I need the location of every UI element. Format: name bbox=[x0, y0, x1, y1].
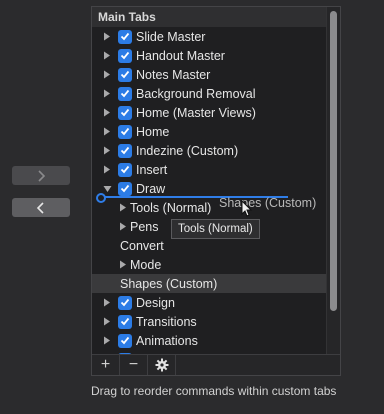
tab-list: Slide Master Handout Master Notes Master Ba… bbox=[92, 27, 326, 354]
tab-row[interactable]: Notes Master bbox=[92, 65, 326, 84]
tab-row[interactable]: Insert bbox=[92, 160, 326, 179]
tab-row[interactable]: Animations bbox=[92, 331, 326, 350]
gear-icon bbox=[155, 358, 168, 372]
tab-label: Insert bbox=[136, 162, 168, 177]
disclosure-collapsed-icon[interactable] bbox=[102, 298, 112, 308]
checkbox[interactable] bbox=[118, 105, 132, 120]
disclosure-collapsed-icon[interactable] bbox=[102, 89, 112, 99]
disclosure-collapsed-icon[interactable] bbox=[102, 127, 112, 137]
checkmark-icon bbox=[120, 51, 130, 60]
tab-row[interactable]: Background Removal bbox=[92, 84, 326, 103]
tab-label: Mode bbox=[130, 257, 162, 272]
hint-text: Drag to reorder commands within custom t… bbox=[91, 384, 337, 398]
scrollbar-thumb[interactable] bbox=[330, 11, 337, 311]
panel-footer: + − bbox=[92, 354, 340, 375]
checkmark-icon bbox=[120, 317, 130, 326]
checkmark-icon bbox=[120, 336, 130, 345]
tab-label: Transitions bbox=[136, 314, 197, 329]
tab-label: Home (Master Views) bbox=[136, 105, 256, 120]
tab-row[interactable]: Design bbox=[92, 293, 326, 312]
panel-header: Main Tabs bbox=[92, 7, 326, 27]
disclosure-collapsed-icon[interactable] bbox=[102, 70, 112, 80]
disclosure-collapsed-icon[interactable] bbox=[102, 317, 112, 327]
checkbox[interactable] bbox=[118, 29, 132, 44]
checkbox[interactable] bbox=[118, 67, 132, 82]
tab-label: Slide Master bbox=[136, 29, 206, 44]
checkbox[interactable] bbox=[118, 48, 132, 63]
tab-row[interactable]: Slide Master bbox=[92, 27, 326, 46]
checkmark-icon bbox=[120, 32, 130, 41]
tab-row[interactable]: Transitions bbox=[92, 312, 326, 331]
disclosure-collapsed-icon[interactable] bbox=[102, 51, 112, 61]
chevron-right-icon bbox=[38, 169, 46, 182]
checkmark-icon bbox=[120, 89, 130, 98]
checkmark-icon bbox=[120, 70, 130, 79]
tab-label: Convert bbox=[120, 238, 164, 253]
disclosure-collapsed-icon[interactable] bbox=[102, 165, 112, 175]
disclosure-expanded-icon[interactable] bbox=[102, 184, 112, 194]
disclosure-collapsed-icon[interactable] bbox=[102, 108, 112, 118]
tab-row[interactable]: Indezine (Custom) bbox=[92, 141, 326, 160]
chevron-left-icon bbox=[36, 201, 44, 214]
checkbox[interactable] bbox=[118, 333, 132, 348]
tab-label: Handout Master bbox=[136, 48, 225, 63]
checkbox[interactable] bbox=[118, 314, 132, 329]
checkbox[interactable] bbox=[118, 143, 132, 158]
checkmark-icon bbox=[120, 184, 130, 193]
checkbox[interactable] bbox=[118, 124, 132, 139]
drag-ghost-label: Shapes (Custom) bbox=[219, 196, 317, 210]
checkbox[interactable] bbox=[118, 295, 132, 310]
disclosure-collapsed-icon[interactable] bbox=[102, 146, 112, 156]
checkbox[interactable] bbox=[118, 86, 132, 101]
mouse-cursor-icon bbox=[241, 200, 253, 217]
tab-row[interactable]: Home (Master Views) bbox=[92, 103, 326, 122]
disclosure-collapsed-icon[interactable] bbox=[102, 32, 112, 42]
disclosure-collapsed-icon[interactable] bbox=[118, 260, 128, 270]
disclosure-collapsed-icon[interactable] bbox=[102, 336, 112, 346]
tab-label: Design bbox=[136, 295, 175, 310]
tab-row[interactable]: Handout Master bbox=[92, 46, 326, 65]
tab-label: Tools (Normal) bbox=[130, 200, 212, 215]
tab-label: Indezine (Custom) bbox=[136, 143, 239, 158]
checkmark-icon bbox=[120, 298, 130, 307]
checkmark-icon bbox=[120, 165, 130, 174]
tab-label: Background Removal bbox=[136, 86, 256, 101]
tab-row[interactable]: Home bbox=[92, 122, 326, 141]
tab-label: Shapes (Custom) bbox=[120, 276, 218, 291]
tab-label: Animations bbox=[136, 333, 198, 348]
move-right-button[interactable] bbox=[12, 166, 70, 185]
checkmark-icon bbox=[120, 108, 130, 117]
tab-row[interactable]: Shapes (Custom) bbox=[92, 274, 326, 293]
tooltip: Tools (Normal) bbox=[171, 219, 260, 239]
checkmark-icon bbox=[120, 127, 130, 136]
checkbox[interactable] bbox=[118, 162, 132, 177]
checkbox[interactable] bbox=[118, 181, 132, 196]
disclosure-collapsed-icon[interactable] bbox=[118, 203, 128, 213]
move-left-button[interactable] bbox=[12, 198, 70, 217]
tab-label: Pens bbox=[130, 219, 159, 234]
checkmark-icon bbox=[120, 146, 130, 155]
settings-button[interactable] bbox=[148, 355, 176, 375]
scrollbar[interactable] bbox=[326, 7, 340, 355]
tab-label: Home bbox=[136, 124, 170, 139]
main-tabs-panel: Main Tabs Slide Master Handout Master Note… bbox=[91, 6, 341, 376]
tab-label: Draw bbox=[136, 181, 166, 196]
remove-button[interactable]: − bbox=[120, 355, 148, 375]
tab-row[interactable]: Mode bbox=[92, 255, 326, 274]
tab-label: Notes Master bbox=[136, 67, 211, 82]
disclosure-collapsed-icon[interactable] bbox=[118, 222, 128, 232]
add-button[interactable]: + bbox=[92, 355, 120, 375]
